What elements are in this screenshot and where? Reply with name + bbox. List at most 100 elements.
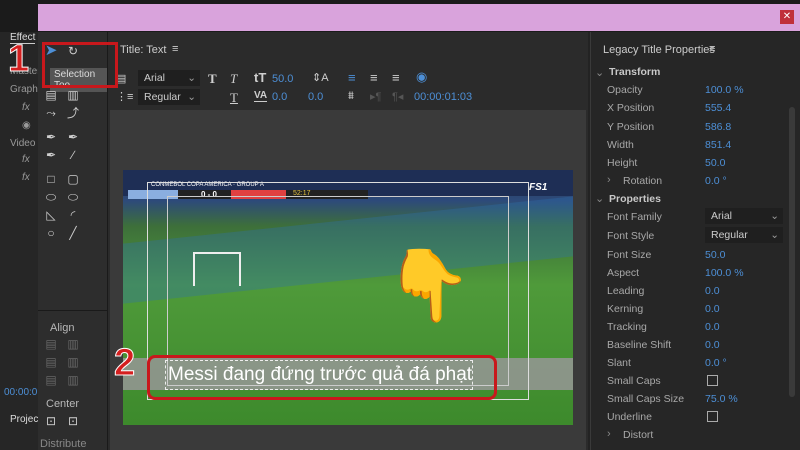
add-anchor-tool-icon[interactable]: ✒ (42, 148, 60, 162)
convert-anchor-tool-icon[interactable]: ∕ (64, 148, 82, 162)
show-background-video-icon[interactable]: ◉ (416, 69, 427, 85)
delete-anchor-tool-icon[interactable]: ✒ (64, 130, 82, 144)
align-right-icon[interactable]: ▤ (42, 373, 60, 387)
tab-stops-ruler-icon[interactable]: ⩩ (348, 90, 354, 103)
distort-section[interactable]: Distort (623, 429, 653, 441)
align-left-text-icon[interactable]: ≡ (348, 70, 356, 85)
font-style-label: Font Style (607, 230, 655, 242)
rounded-rectangle-tool-icon[interactable]: ▢ (64, 172, 82, 186)
leading-value[interactable]: 0.0 (308, 91, 323, 103)
small-caps-checkbox[interactable] (707, 375, 718, 386)
center-label: Center (46, 398, 80, 410)
small-caps-size-value[interactable]: 75.0 % (705, 393, 738, 405)
font-family-select[interactable]: Arial ⌄ (705, 208, 783, 224)
tracking-value[interactable]: 0.0 (705, 321, 720, 333)
arc-tool-icon[interactable]: ◜ (64, 208, 82, 222)
annotation-box-2 (147, 355, 497, 400)
italic-icon[interactable]: T (230, 71, 237, 87)
fx-icon[interactable]: fx (22, 154, 30, 165)
wedge-tool-icon[interactable]: ◺ (42, 208, 60, 222)
aspect-label: Aspect (607, 267, 640, 279)
font-style-select[interactable]: Regular ⌄ (705, 227, 783, 243)
graphic-label: Graph (10, 84, 38, 95)
pointing-hand-icon: 👇 (385, 246, 473, 324)
chevron-down-icon[interactable]: ⌄ (595, 66, 604, 79)
chevron-down-icon[interactable]: ⌄ (595, 192, 604, 205)
vertical-type-tool-icon[interactable]: ▥ (64, 88, 82, 102)
chevron-right-icon[interactable]: › (607, 174, 611, 186)
timecode[interactable]: 00:00:0 (4, 387, 37, 398)
width-label: Width (607, 139, 634, 151)
aspect-value[interactable]: 100.0 % (705, 267, 744, 279)
rounded-corner-tool-icon[interactable]: ⬭ (64, 190, 82, 204)
y-position-label: Y Position (607, 121, 655, 133)
height-value[interactable]: 50.0 (705, 157, 725, 169)
type-tool-icon[interactable]: ▤ (42, 88, 60, 102)
underline-icon[interactable]: T (230, 90, 238, 106)
small-caps-label: Small Caps (607, 375, 661, 387)
align-center-h-icon[interactable]: ▤ (42, 355, 60, 369)
underline-checkbox[interactable] (707, 411, 718, 422)
transform-section[interactable]: Transform (609, 66, 660, 78)
kerning-value[interactable]: 0.0 (705, 303, 720, 315)
kerning-value[interactable]: 0.0 (272, 91, 287, 103)
x-position-value[interactable]: 555.4 (705, 102, 731, 114)
scrollbar[interactable] (789, 107, 795, 397)
leading-value[interactable]: 0.0 (705, 285, 720, 297)
clipped-rectangle-tool-icon[interactable]: ⬭ (42, 190, 60, 204)
annotation-step-2: 2 (113, 342, 136, 385)
close-button[interactable]: ✕ (780, 10, 794, 24)
align-center-text-icon[interactable]: ≡ (370, 70, 378, 85)
panel-title: Title: Text (120, 44, 167, 56)
opacity-value[interactable]: 100.0 % (705, 84, 744, 96)
tools-panel: ➤ ↻ Selection Too ▤ ▥ ⤳ ⤴ ✒ ✒ ✒ ∕ □ ▢ ⬭ … (38, 32, 108, 450)
background-timecode[interactable]: 00:00:01:03 (414, 91, 472, 103)
eye-icon[interactable]: ◉ (22, 120, 31, 131)
chevron-right-icon[interactable]: › (607, 428, 611, 440)
font-style-select[interactable]: Regular ⌄ (138, 89, 200, 105)
leading-label: Leading (607, 285, 645, 297)
fx-icon[interactable]: fx (22, 172, 30, 183)
y-position-value[interactable]: 586.8 (705, 121, 731, 133)
panel-title: Legacy Title Properties (603, 44, 715, 56)
path-type-tool-icon[interactable]: ⤳ (42, 106, 60, 120)
center-horizontal-icon[interactable]: ⊡ (42, 414, 60, 428)
align-bottom-icon[interactable]: ▥ (64, 373, 82, 387)
align-top-icon[interactable]: ▥ (64, 337, 82, 351)
tracking-label: Tracking (607, 321, 647, 333)
window-title-bar (38, 4, 800, 31)
align-left-icon[interactable]: ▤ (42, 337, 60, 351)
panel-menu-icon[interactable]: ≡ (172, 43, 178, 55)
align-right-text-icon[interactable]: ≡ (392, 70, 400, 85)
font-size-label: Font Size (607, 249, 652, 261)
font-family-select[interactable]: Arial ⌄ (138, 70, 200, 86)
line-tool-icon[interactable]: ╱ (64, 226, 82, 240)
legacy-title-properties-panel: Legacy Title Properties ≡ ⌄ Transform Op… (590, 32, 800, 450)
font-size-value[interactable]: 50.0 (272, 73, 293, 85)
kerning-label: Kerning (607, 303, 644, 315)
align-center-v-icon[interactable]: ▥ (64, 355, 82, 369)
width-value[interactable]: 851.4 (705, 139, 731, 151)
tab-stops-icon[interactable]: ⋮≡ (116, 90, 133, 103)
paragraph-rtl-icon[interactable]: ¶◂ (392, 90, 403, 103)
tab-project[interactable]: Projec (10, 414, 38, 425)
rectangle-tool-icon[interactable]: □ (42, 172, 60, 186)
paragraph-ltr-icon[interactable]: ▸¶ (370, 90, 381, 103)
properties-section[interactable]: Properties (609, 193, 661, 205)
center-vertical-icon[interactable]: ⊡ (64, 414, 82, 428)
slant-value[interactable]: 0.0 ° (705, 357, 727, 369)
distribute-label: Distribute (40, 438, 87, 450)
ellipse-tool-icon[interactable]: ○ (42, 226, 60, 240)
channel-logo: FS1 (529, 182, 548, 193)
vertical-path-type-tool-icon[interactable]: ⤴ (64, 106, 82, 120)
pen-tool-icon[interactable]: ✒ (42, 130, 60, 144)
align-label: Align (50, 322, 75, 334)
baseline-shift-label: Baseline Shift (607, 339, 672, 351)
kerning-icon: VA (254, 90, 268, 102)
baseline-shift-value[interactable]: 0.0 (705, 339, 720, 351)
font-size-value[interactable]: 50.0 (705, 249, 725, 261)
panel-menu-icon[interactable]: ≡ (709, 43, 715, 55)
rotation-value[interactable]: 0.0 ° (705, 175, 727, 187)
fx-icon[interactable]: fx (22, 102, 30, 113)
bold-icon[interactable]: T (208, 71, 217, 87)
